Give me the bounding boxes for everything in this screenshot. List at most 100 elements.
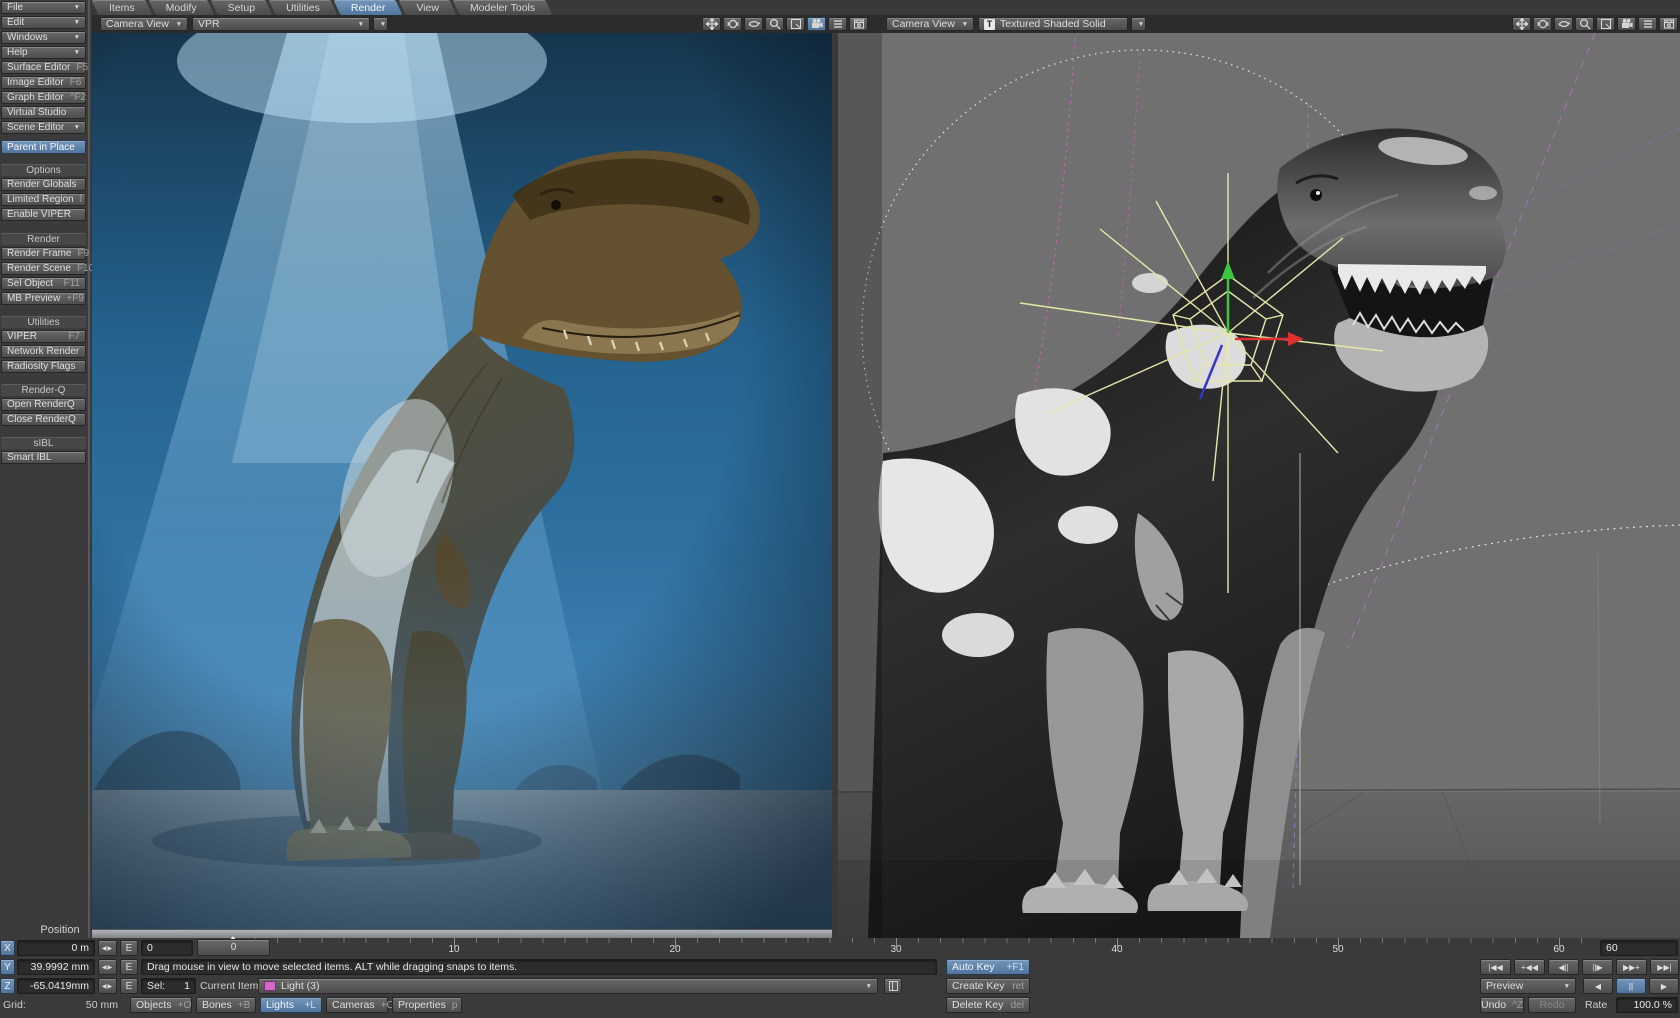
list-icon[interactable] xyxy=(1638,17,1657,31)
limited-region-button[interactable]: Limited Regionl xyxy=(1,193,86,206)
main-tab-bar: Items Modify Setup Utilities Render View… xyxy=(92,0,1680,15)
surface-editor-button[interactable]: Surface EditorF5 xyxy=(1,61,86,74)
undo-button[interactable]: Undo^Z xyxy=(1480,997,1524,1013)
graph-editor-button[interactable]: Graph Editor^F2 xyxy=(1,91,86,104)
enable-viper-button[interactable]: Enable VIPER xyxy=(1,208,86,221)
vpr-viewport[interactable] xyxy=(92,33,832,929)
z-stepper[interactable]: ◀▶ xyxy=(98,978,117,994)
prev-frame-button[interactable]: ◀|| xyxy=(1548,959,1579,975)
chevron-down-icon: ▼ xyxy=(957,21,968,28)
z-value-field[interactable]: -65.0419mm xyxy=(17,978,95,994)
left-viewport-options-dropdown[interactable]: ▼ xyxy=(373,17,388,31)
film-icon[interactable] xyxy=(849,17,868,31)
close-renderq-button[interactable]: Close RenderQ xyxy=(1,413,86,426)
x-value-field[interactable]: 0 m xyxy=(17,940,95,956)
left-view-type-dropdown[interactable]: Camera View▼ xyxy=(100,17,188,31)
y-stepper[interactable]: ◀▶ xyxy=(98,959,117,975)
grid-value: 50 mm xyxy=(60,997,118,1013)
list-icon[interactable] xyxy=(828,17,847,31)
delete-key-button[interactable]: Delete Keydel xyxy=(946,997,1030,1013)
prev-key-button[interactable]: +◀◀ xyxy=(1514,959,1545,975)
pause-button[interactable]: || xyxy=(1616,978,1646,994)
edit-menu[interactable]: Edit▼ xyxy=(1,16,86,29)
camera-icon[interactable] xyxy=(1617,17,1636,31)
start-frame-field[interactable]: 0 xyxy=(141,940,193,956)
radiosity-flags-button[interactable]: Radiosity Flags xyxy=(1,360,86,373)
help-menu[interactable]: Help▼ xyxy=(1,46,86,59)
item-properties-icon[interactable] xyxy=(884,978,902,994)
camera-icon[interactable] xyxy=(807,17,826,31)
selection-count-field: Sel:1 xyxy=(141,978,196,994)
frame-label: 60 xyxy=(1553,944,1564,955)
objects-mode-button[interactable]: Objects+O xyxy=(130,997,192,1013)
zoom-icon[interactable] xyxy=(1575,17,1594,31)
next-frame-button[interactable]: ||▶ xyxy=(1582,959,1613,975)
frame-label: 30 xyxy=(890,944,901,955)
create-key-button[interactable]: Create Keyret xyxy=(946,978,1030,994)
play-forward-button[interactable]: ▶ xyxy=(1649,978,1679,994)
zoom-icon[interactable] xyxy=(765,17,784,31)
cameras-mode-button[interactable]: Cameras+C xyxy=(326,997,388,1013)
render-globals-button[interactable]: Render Globals xyxy=(1,178,86,191)
auto-key-button[interactable]: Auto Key+F1 xyxy=(946,959,1030,975)
lights-mode-button[interactable]: Lights+L xyxy=(260,997,322,1013)
network-render-button[interactable]: Network Render xyxy=(1,345,86,358)
properties-button[interactable]: Propertiesp xyxy=(392,997,462,1013)
y-value-field[interactable]: 39.9992 mm xyxy=(17,959,95,975)
right-render-mode-dropdown[interactable]: TTextured Shaded Solid xyxy=(978,17,1128,31)
smart-ibl-button[interactable]: Smart IBL xyxy=(1,451,86,464)
right-viewport-options-dropdown[interactable]: ▼ xyxy=(1131,17,1146,31)
tab-modify[interactable]: Modify xyxy=(152,0,211,15)
timeline-slider-handle[interactable]: 0 xyxy=(197,939,270,956)
preview-dropdown[interactable]: Preview▼ xyxy=(1480,978,1576,994)
file-menu[interactable]: File▼ xyxy=(1,1,86,14)
left-render-mode-dropdown[interactable]: VPR▼ xyxy=(192,17,370,31)
fit-icon[interactable] xyxy=(786,17,805,31)
options-section-header: Options xyxy=(1,164,86,176)
fit-icon[interactable] xyxy=(1596,17,1615,31)
current-item-dropdown[interactable]: Light (3) ▼ xyxy=(258,978,878,994)
right-view-type-dropdown[interactable]: Camera View▼ xyxy=(886,17,974,31)
jump-start-button[interactable]: |◀◀ xyxy=(1480,959,1511,975)
rotate-icon[interactable] xyxy=(1533,17,1552,31)
jump-end-button[interactable]: ▶▶| xyxy=(1650,959,1679,975)
tab-items[interactable]: Items xyxy=(95,0,149,15)
bones-mode-button[interactable]: Bones+B xyxy=(196,997,256,1013)
virtual-studio-button[interactable]: Virtual Studio xyxy=(1,106,86,119)
y-envelope-button[interactable]: E xyxy=(120,959,138,975)
film-icon[interactable] xyxy=(1659,17,1678,31)
x-axis-button[interactable]: X xyxy=(0,940,15,956)
scene-editor-button[interactable]: Scene Editor▼ xyxy=(1,121,86,134)
windows-menu[interactable]: Windows▼ xyxy=(1,31,86,44)
tab-modeler-tools[interactable]: Modeler Tools xyxy=(456,0,549,15)
tab-render[interactable]: Render xyxy=(337,0,399,15)
rotate-icon[interactable] xyxy=(723,17,742,31)
mb-preview-button[interactable]: MB Preview+F9 xyxy=(1,292,86,305)
render-scene-button[interactable]: Render SceneF10 xyxy=(1,262,86,275)
orbit-icon[interactable] xyxy=(744,17,763,31)
move-icon[interactable] xyxy=(1512,17,1531,31)
image-editor-button[interactable]: Image EditorF6 xyxy=(1,76,86,89)
move-icon[interactable] xyxy=(702,17,721,31)
z-axis-button[interactable]: Z xyxy=(0,978,15,994)
x-stepper[interactable]: ◀▶ xyxy=(98,940,117,956)
tab-setup[interactable]: Setup xyxy=(214,0,269,15)
viper-button[interactable]: VIPERF7 xyxy=(1,330,86,343)
y-axis-button[interactable]: Y xyxy=(0,959,15,975)
sel-object-button[interactable]: Sel ObjectF11 xyxy=(1,277,86,290)
x-envelope-button[interactable]: E xyxy=(120,940,138,956)
redo-button[interactable]: Redo xyxy=(1528,997,1576,1013)
render-frame-button[interactable]: Render FrameF9 xyxy=(1,247,86,260)
next-key-button[interactable]: ▶▶+ xyxy=(1616,959,1647,975)
end-frame-field[interactable]: 60 xyxy=(1600,940,1678,956)
shaded-viewport[interactable] xyxy=(838,33,1680,938)
play-reverse-button[interactable]: ◀ xyxy=(1583,978,1613,994)
orbit-icon[interactable] xyxy=(1554,17,1573,31)
open-renderq-button[interactable]: Open RenderQ xyxy=(1,398,86,411)
parent-in-place-button[interactable]: Parent in Place xyxy=(1,140,86,154)
tab-utilities[interactable]: Utilities xyxy=(272,0,334,15)
tab-view[interactable]: View xyxy=(402,0,453,15)
z-envelope-button[interactable]: E xyxy=(120,978,138,994)
timeline-ruler[interactable]: 0 10 20 30 40 50 60 0 xyxy=(197,938,1593,958)
rate-field[interactable]: 100.0 % xyxy=(1616,997,1678,1013)
